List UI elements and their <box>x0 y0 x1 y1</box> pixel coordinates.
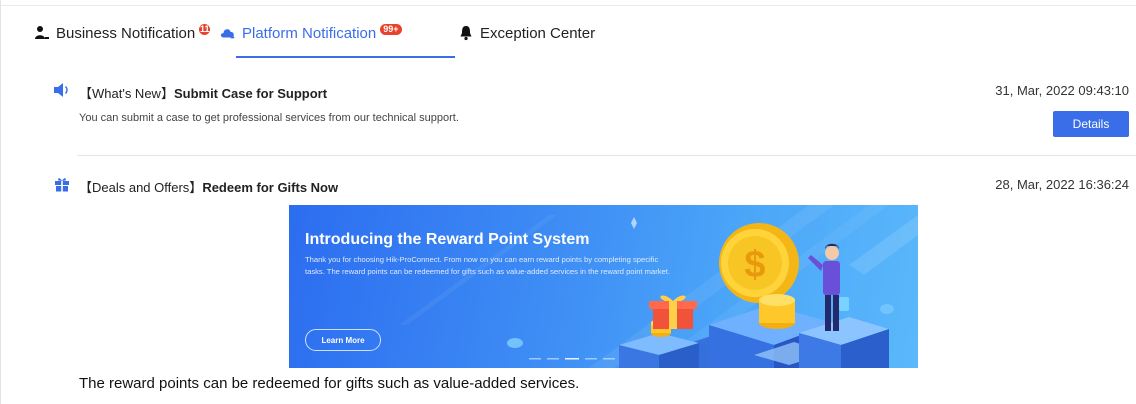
notification-tabs: Business Notification 11 Platform Notifi… <box>34 20 658 60</box>
notification-category: 【What's New】 <box>79 86 174 101</box>
tab-label: Platform Notification <box>242 24 377 42</box>
notification-timestamp: 31, Mar, 2022 09:43:10 <box>995 83 1129 98</box>
tab-exception-center[interactable]: Exception Center <box>458 20 658 60</box>
reward-banner[interactable]: $ Introducing the Reward Point System Th… <box>289 205 918 368</box>
top-border <box>1 0 1136 6</box>
speaker-icon <box>53 81 71 99</box>
notification-title[interactable]: 【What's New】Submit Case for Support <box>79 83 327 102</box>
banner-illustration: $ <box>399 205 918 368</box>
notification-description: You can submit a case to get professiona… <box>79 112 459 124</box>
gift-icon <box>53 175 71 193</box>
notification-panel: Business Notification 11 Platform Notifi… <box>0 0 1136 404</box>
tab-business-notification[interactable]: Business Notification 11 <box>34 20 220 60</box>
bell-icon <box>458 25 474 41</box>
notification-timestamp: 28, Mar, 2022 16:36:24 <box>995 177 1129 192</box>
notification-summary: The reward points can be redeemed for gi… <box>79 375 580 392</box>
unread-badge: 11 <box>199 23 211 35</box>
notification-title-text: Submit Case for Support <box>173 86 328 101</box>
coin-symbol: $ <box>744 244 765 286</box>
tab-label: Business Notification <box>56 24 196 42</box>
details-button[interactable]: Details <box>1053 111 1129 137</box>
banner-body-text: Thank you for choosing Hik-ProConnect. F… <box>305 255 670 276</box>
cloud-icon <box>220 25 236 41</box>
active-tab-indicator <box>236 56 455 58</box>
person-icon <box>34 25 50 41</box>
notification-category: 【Deals and Offers】 <box>79 180 203 195</box>
tab-platform-notification[interactable]: Platform Notification 99+ <box>220 20 458 60</box>
unread-badge: 99+ <box>380 23 402 35</box>
notification-title-text: Redeem for Gifts Now <box>202 180 339 195</box>
divider <box>77 155 1136 156</box>
notification-title[interactable]: 【Deals and Offers】Redeem for Gifts Now <box>79 177 338 196</box>
tab-label: Exception Center <box>480 24 596 42</box>
banner-headline: Introducing the Reward Point System <box>305 231 590 248</box>
learn-more-button[interactable]: Learn More <box>305 329 381 351</box>
